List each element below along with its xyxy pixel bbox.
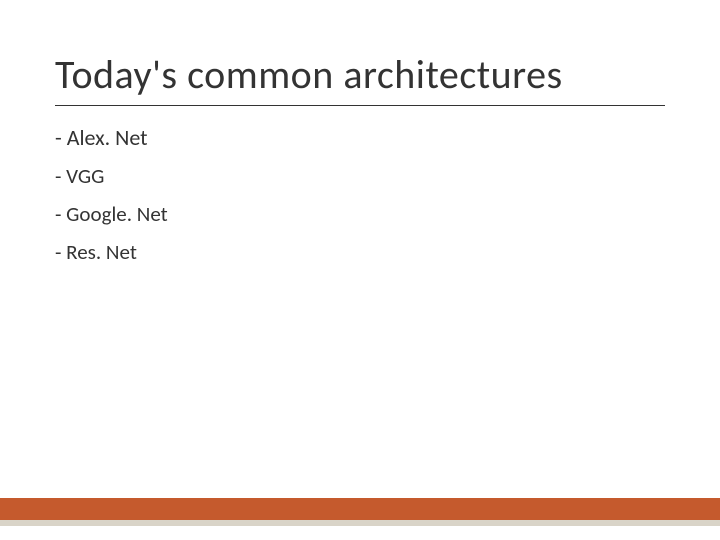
slide-title: Today's common architectures <box>55 50 665 106</box>
list-item: - VGG <box>55 163 665 189</box>
footer-accent-bar <box>0 498 720 520</box>
slide-container: Today's common architectures - Alex. Net… <box>0 0 720 540</box>
list-item: - Alex. Net <box>55 124 665 151</box>
footer-sub-bar <box>0 520 720 526</box>
bullet-list: - Alex. Net - VGG - Google. Net - Res. N… <box>55 124 665 265</box>
list-item: - Google. Net <box>55 201 665 227</box>
list-item: - Res. Net <box>55 239 665 265</box>
